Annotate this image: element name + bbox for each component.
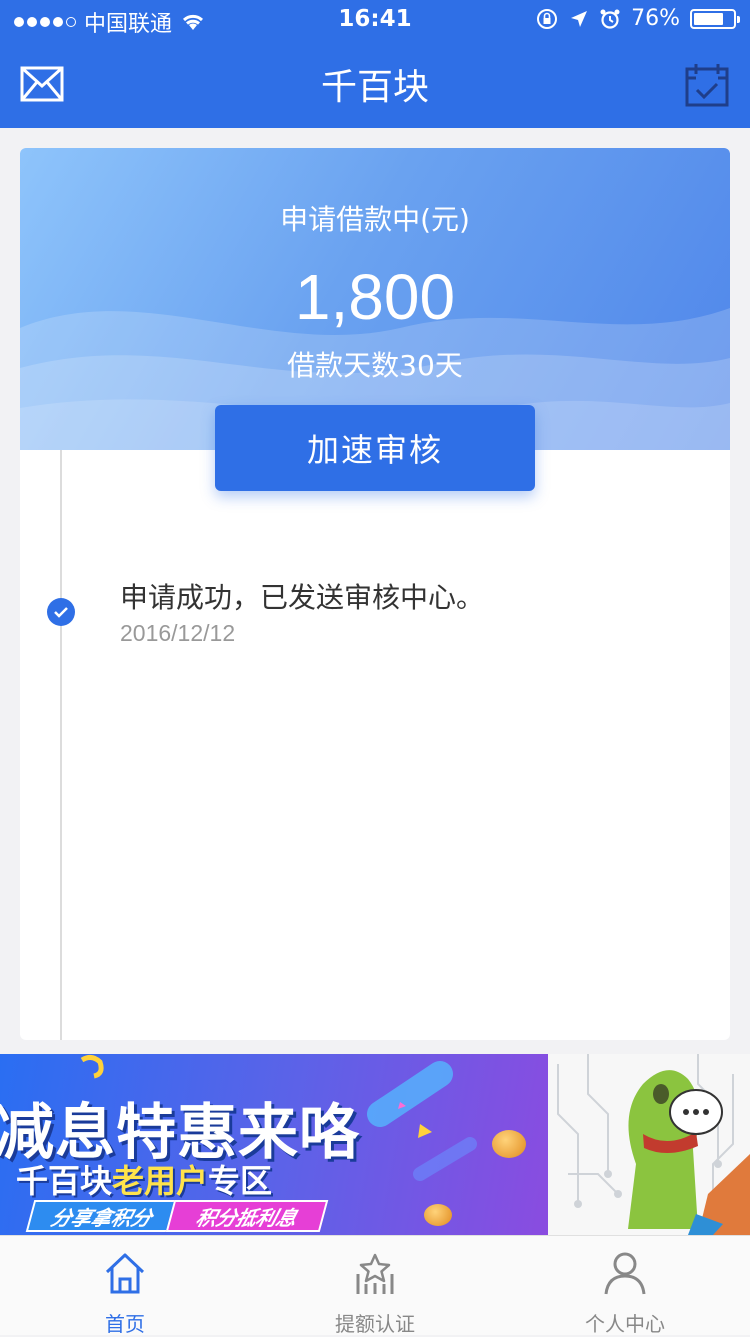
promo-banner-graphic: 减息特惠来咯 千百块老用户专区 分享拿积分 积分抵利息 — [0, 1054, 548, 1235]
promo-subtitle-prefix: 千百块 — [16, 1162, 113, 1200]
tab-home[interactable]: 首页 — [0, 1236, 250, 1336]
home-icon — [105, 1253, 145, 1294]
check-circle-icon — [47, 598, 75, 626]
tab-profile-label: 个人中心 — [585, 1312, 665, 1336]
tab-credit-label: 提额认证 — [335, 1312, 415, 1336]
promo-subtitle: 千百块老用户专区 — [16, 1156, 272, 1202]
promo-subtitle-highlight: 老用户 — [112, 1162, 209, 1200]
loan-days: 借款天数30天 — [287, 349, 463, 382]
page-title: 千百块 — [320, 67, 429, 108]
coin-icon — [424, 1204, 452, 1226]
status-bar: 中国联通 16:41 76% — [0, 0, 750, 40]
timeline-item-text: 申请成功，已发送审核中心。 — [120, 581, 485, 614]
coin-icon — [492, 1130, 526, 1158]
loan-status-label: 申请借款中(元) — [280, 203, 470, 236]
promo-tag-interest: 积分抵利息 — [165, 1200, 329, 1232]
battery-percent: 76% — [631, 6, 680, 31]
tab-profile[interactable]: 个人中心 — [500, 1236, 750, 1336]
timeline-line — [60, 450, 62, 1040]
mascot-graphic — [548, 1054, 750, 1235]
promo-banner[interactable]: 减息特惠来咯 千百块老用户专区 分享拿积分 积分抵利息 — [0, 1054, 750, 1235]
top-bar: 中国联通 16:41 76% 千百块 — [0, 0, 750, 128]
alarm-icon — [600, 9, 620, 29]
tab-bar: 首页 提额认证 个人中心 — [0, 1235, 750, 1336]
timeline-item-date: 2016/12/12 — [120, 620, 236, 646]
speed-review-button[interactable]: 加速审核 — [215, 405, 535, 491]
loan-card: 申请借款中(元) 1,800 借款天数30天 加速审核 申请成功，已发送审核中心… — [20, 148, 730, 1040]
calendar-check-icon[interactable] — [684, 62, 730, 108]
orientation-lock-icon — [537, 8, 558, 29]
star-building-icon — [356, 1253, 394, 1294]
battery-icon — [690, 8, 740, 29]
person-icon — [604, 1252, 646, 1295]
tab-credit-certification[interactable]: 提额认证 — [250, 1236, 500, 1336]
loan-amount: 1,800 — [294, 261, 456, 333]
location-arrow-icon — [571, 10, 588, 27]
promo-subtitle-suffix: 专区 — [208, 1162, 273, 1200]
tab-home-label: 首页 — [105, 1312, 145, 1336]
promo-tag-share: 分享拿积分 — [25, 1200, 179, 1232]
